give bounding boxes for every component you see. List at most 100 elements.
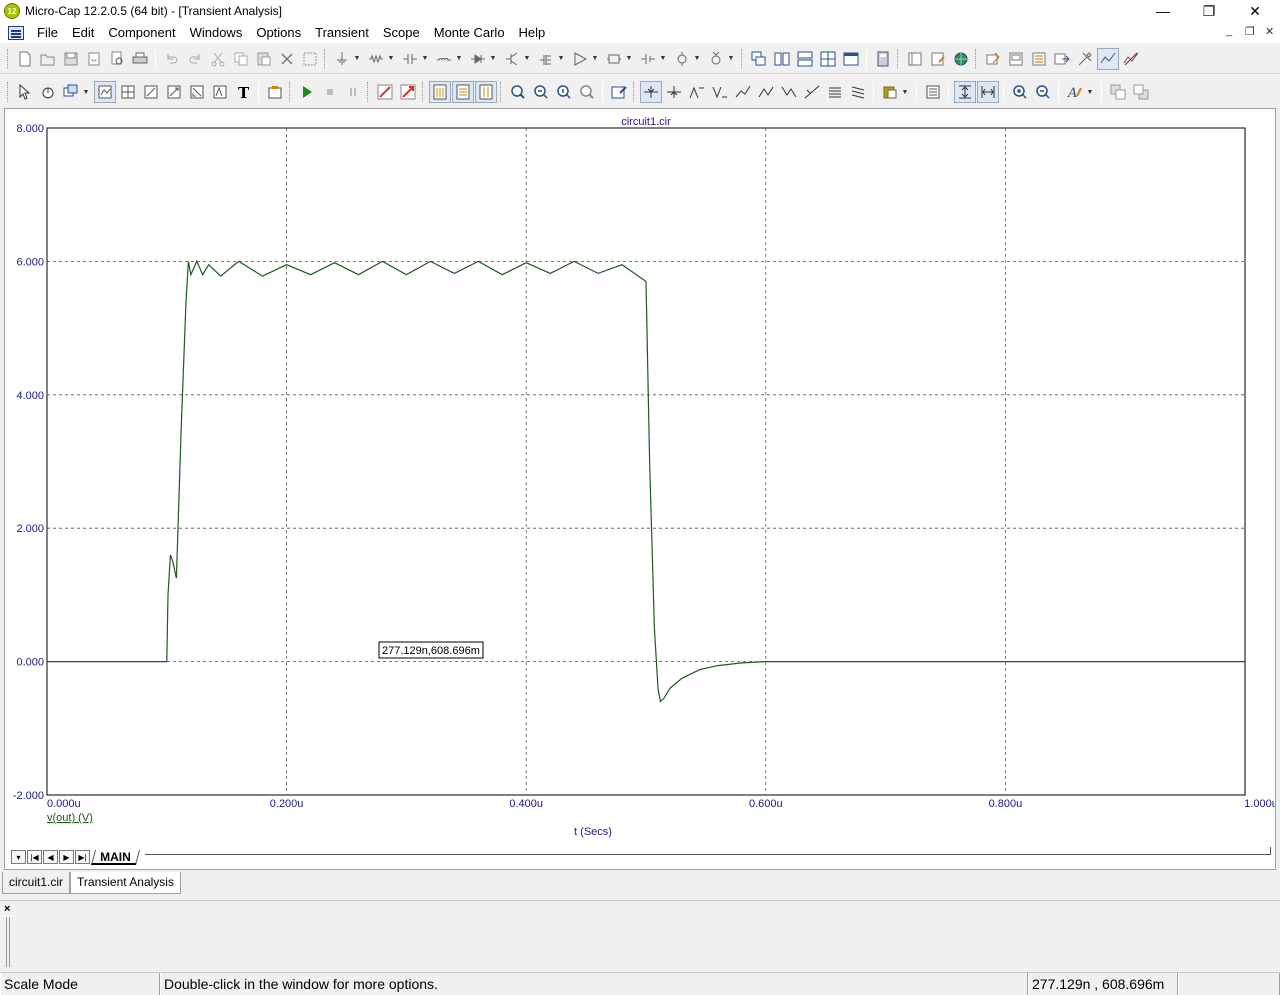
capacitor-icon[interactable] [399,48,421,70]
web-globe-icon[interactable] [950,48,972,70]
battery-dropdown-icon[interactable]: ▼ [659,55,667,62]
output-splitter[interactable] [6,917,10,967]
macro-dropdown-icon[interactable]: ▼ [625,55,633,62]
minimize-button[interactable]: — [1140,0,1186,22]
calculator-icon[interactable] [872,48,894,70]
run-icon[interactable] [296,81,318,103]
select-all-icon[interactable] [299,48,321,70]
scale-mode-icon[interactable] [60,81,82,103]
split-window-icon[interactable] [817,48,839,70]
menu-windows[interactable]: Windows [183,22,250,43]
toolbar-grip[interactable] [324,48,327,69]
select-mode-icon[interactable] [14,81,36,103]
restore-button[interactable]: ❐ [1186,0,1232,22]
document-menu-icon[interactable] [8,25,24,40]
current-source-dropdown-icon[interactable]: ▼ [727,55,735,62]
mosfet-icon[interactable] [535,48,557,70]
performance-tag-icon[interactable] [209,81,231,103]
transistor-dropdown-icon[interactable]: ▼ [523,55,531,62]
menu-transient[interactable]: Transient [308,22,376,43]
cursor-next-peak-icon[interactable] [639,81,662,103]
copy-plot-icon[interactable] [879,81,901,103]
cursor-mode-icon[interactable] [93,81,116,103]
bring-to-front-icon[interactable] [1107,81,1129,103]
voltage-source-icon[interactable] [671,48,693,70]
redo-icon[interactable] [184,48,206,70]
copy-plot-dropdown-icon[interactable]: ▼ [901,89,909,96]
macro-icon[interactable] [603,48,625,70]
undo-icon[interactable] [161,48,183,70]
mdi-close-button[interactable]: ✕ [1265,25,1274,38]
toolbar-grip[interactable] [975,48,978,69]
cursor-global-low-icon[interactable] [778,81,800,103]
toolbar-grip[interactable] [7,82,10,102]
diode-dropdown-icon[interactable]: ▼ [489,55,497,62]
inductor-dropdown-icon[interactable]: ▼ [455,55,463,62]
zoom-fit-icon[interactable] [507,81,529,103]
toolbar-grip[interactable] [741,48,744,69]
cursor-bottom-icon[interactable] [847,81,869,103]
plot-window[interactable]: 0.000u 0.200u 0.400u 0.600u 0.800u 1.000u 8.00… [4,108,1276,870]
first-page-button[interactable]: |◀ [27,850,42,864]
open-file-icon[interactable] [37,48,59,70]
toolbar-grip[interactable] [7,48,10,69]
battery-icon[interactable] [637,48,659,70]
plot-mode-icon[interactable] [1096,47,1119,70]
diode-icon[interactable] [467,48,489,70]
revert-icon[interactable] [83,48,105,70]
scale-mode-dropdown-icon[interactable]: ▼ [82,89,90,96]
pause-icon[interactable] [342,81,364,103]
cursor-next-valley-icon[interactable] [663,81,685,103]
toolbar-grip[interactable] [500,82,503,102]
cursor-readout-box[interactable]: 277.129n,608.696m [378,641,484,659]
zoom-out-icon[interactable] [1032,81,1054,103]
preferences-icon[interactable] [1051,48,1073,70]
mdi-minimize-button[interactable]: _ [1226,25,1232,37]
toolbar-grip[interactable] [289,82,292,102]
transient-plot[interactable]: 0.000u 0.200u 0.400u 0.600u 0.800u 1.000u 8.00… [5,109,1275,849]
menu-component[interactable]: Component [101,22,182,43]
pan-mode-icon[interactable] [37,81,59,103]
mdi-restore-button[interactable]: ❐ [1245,25,1255,38]
inductor-icon[interactable] [433,48,455,70]
properties-icon[interactable] [264,81,286,103]
menu-file[interactable]: File [30,22,65,43]
vertical-tag-icon[interactable] [186,81,208,103]
numeric-output-icon[interactable] [428,81,451,103]
cursor-inflection-icon[interactable] [732,81,754,103]
save-icon[interactable] [60,48,82,70]
window-frame-icon[interactable] [1005,48,1027,70]
opamp-dropdown-icon[interactable]: ▼ [591,55,599,62]
new-file-icon[interactable] [14,48,36,70]
component-panel-icon[interactable] [904,48,926,70]
delete-icon[interactable] [276,48,298,70]
data-points-icon[interactable] [922,81,944,103]
tools-icon[interactable] [1074,48,1096,70]
resistor-dropdown-icon[interactable]: ▼ [387,55,395,62]
horizontal-scroll-splitter[interactable] [1259,847,1271,855]
auto-scale-icon[interactable] [976,81,999,103]
tab-transient-analysis[interactable]: Transient Analysis [70,872,181,894]
point-tag-icon[interactable] [140,81,162,103]
stop-icon[interactable] [319,81,341,103]
cascade-icon[interactable] [748,48,770,70]
menu-help[interactable]: Help [512,22,553,43]
optimize-icon[interactable] [397,81,419,103]
toolbar-grip[interactable] [422,82,425,102]
zoom-previous-icon[interactable] [576,81,598,103]
analysis-limits-icon[interactable] [1120,48,1142,70]
analysis-limits-table-icon[interactable] [474,81,497,103]
toolbar-grip[interactable] [367,82,370,102]
menu-monte-carlo[interactable]: Monte Carlo [427,22,512,43]
toolbar-grip[interactable] [633,82,636,102]
next-page-button[interactable]: ▶ [59,850,74,864]
menu-options[interactable]: Options [249,22,308,43]
tab-main[interactable]: MAIN [90,849,140,865]
mosfet-dropdown-icon[interactable]: ▼ [557,55,565,62]
horizontal-tag-icon[interactable] [163,81,185,103]
zoom-in-icon[interactable] [1009,81,1031,103]
trace-legend-label[interactable]: v(out) (V) [47,812,93,824]
resistor-icon[interactable] [365,48,387,70]
ground-icon[interactable] [331,48,353,70]
paste-icon[interactable] [253,48,275,70]
